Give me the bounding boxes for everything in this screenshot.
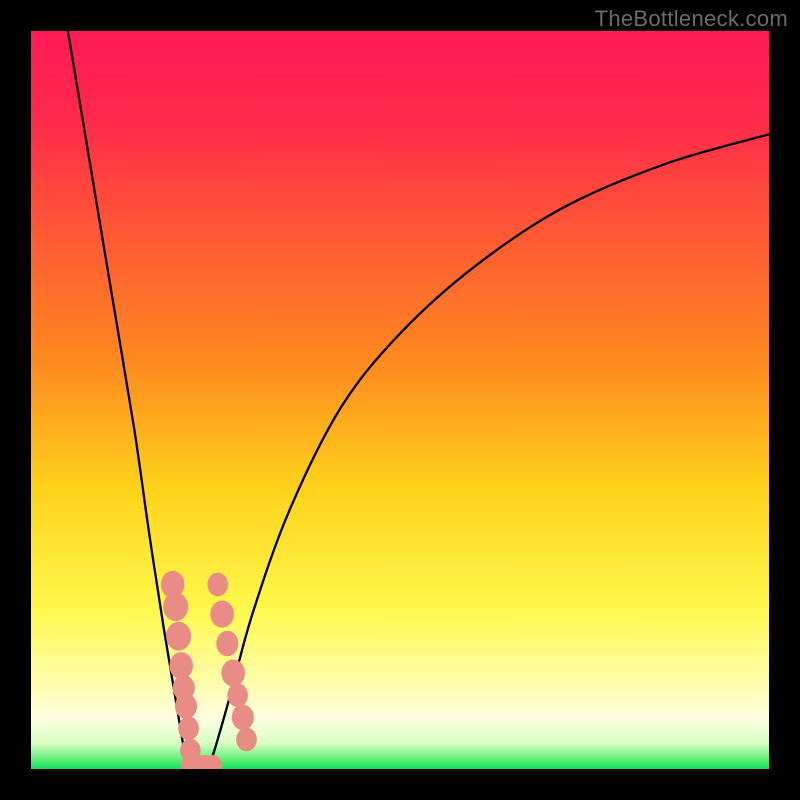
data-marker [210,600,234,627]
data-marker [207,573,228,597]
data-marker [163,592,188,621]
data-markers [161,571,257,769]
data-marker [166,622,191,651]
plot-area [31,31,769,769]
data-marker [221,659,245,686]
data-marker [169,652,193,679]
curve-right-branch [208,134,769,769]
data-marker [216,631,238,656]
data-marker [175,694,197,719]
data-marker [236,728,257,752]
watermark-text: TheBottleneck.com [595,6,788,32]
chart-svg [31,31,769,769]
chart-frame: TheBottleneck.com [0,0,800,800]
data-marker [178,717,199,741]
data-marker [227,683,248,707]
data-marker [232,705,254,730]
